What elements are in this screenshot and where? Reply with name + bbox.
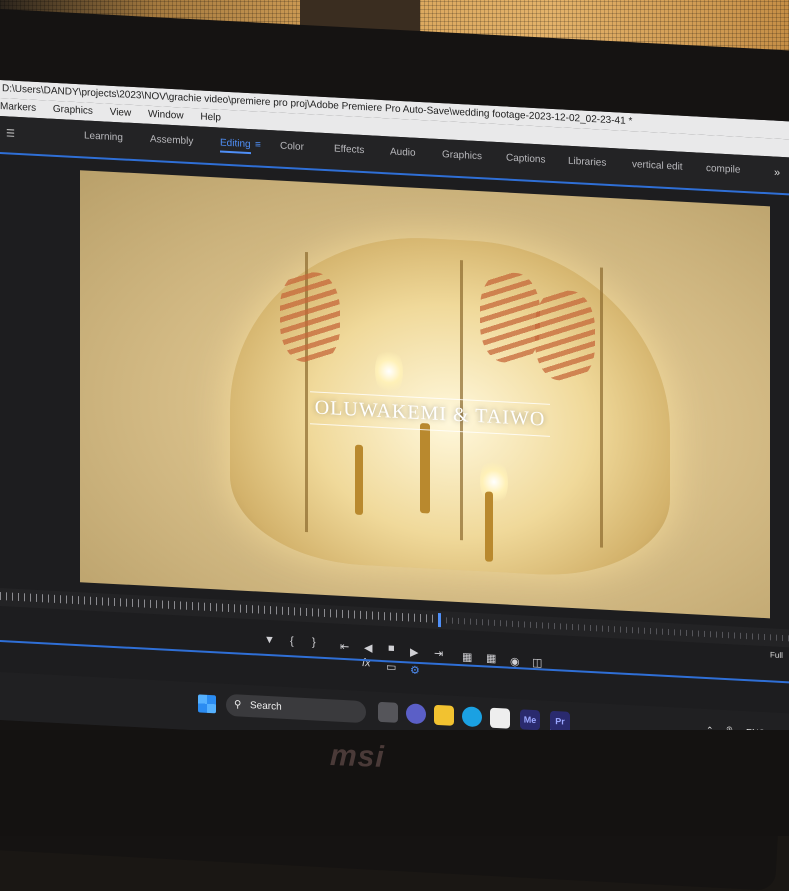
chevron-double-right-icon[interactable]: » [774,167,780,179]
flower-pattern [535,289,595,383]
flower-pattern [280,270,340,364]
msi-logo: msi [329,739,386,774]
task-view-icon[interactable] [378,701,398,723]
lamp-arm [355,444,363,516]
hamburger-icon[interactable]: ☰ [6,128,15,139]
workspace-compile[interactable]: compile [706,163,740,176]
menu-window[interactable]: Window [148,109,184,122]
menu-graphics[interactable]: Graphics [53,104,93,117]
lamp-bulb [375,345,403,398]
windows-start-icon[interactable] [198,694,216,714]
insert-icon[interactable]: ▦ [462,650,472,664]
flower-pattern [480,271,540,365]
monitor-screen: D:\Users\DANDY\projects\2023\NOV\grachie… [0,80,789,762]
menu-help[interactable]: Help [200,111,221,123]
menu-view[interactable]: View [110,107,132,119]
file-explorer-icon[interactable] [434,704,454,726]
workspace-learning[interactable]: Learning [84,130,123,143]
lamp-rib [600,267,603,548]
go-to-in-icon[interactable]: ⇤ [340,640,349,653]
stop-icon[interactable]: ■ [388,642,395,654]
edge-icon[interactable] [462,706,482,728]
playhead[interactable] [438,612,441,628]
media-encoder-icon[interactable]: Me [520,709,540,731]
overwrite-icon[interactable]: ▦ [486,651,496,665]
workspace-audio[interactable]: Audio [390,146,416,158]
lamp-arm [485,491,493,562]
store-icon[interactable] [490,707,510,729]
workspace-effects[interactable]: Effects [334,144,364,157]
workspace-libraries[interactable]: Libraries [568,156,606,169]
workspace-menu-icon[interactable]: ≡ [255,139,261,150]
workspace-assembly[interactable]: Assembly [150,134,193,147]
workspace-vertical-edit[interactable]: vertical edit [632,159,683,173]
add-marker-icon[interactable]: ▼ [264,634,275,647]
monitor-chin [0,730,789,836]
go-to-out-icon[interactable]: ⇥ [434,647,443,660]
program-monitor-video[interactable]: OLUWAKEMI & TAIWO [80,170,770,619]
workspace-editing[interactable]: Editing [220,137,251,155]
settings-icon[interactable]: ⚙ [410,663,420,677]
step-back-icon[interactable]: ◀ [364,641,372,654]
search-icon: ⚲ [234,699,242,711]
taskbar-search[interactable]: ⚲ Search [226,693,366,724]
mark-out-icon[interactable]: } [312,636,316,648]
menu-markers[interactable]: Markers [0,101,36,114]
mark-in-icon[interactable]: { [290,635,294,647]
lamp-arm [420,423,430,514]
step-forward-icon[interactable]: ▶ [410,645,418,658]
ruler-ticks [440,617,789,642]
chat-icon[interactable] [406,703,426,725]
search-placeholder: Search [250,700,282,713]
workspace-captions[interactable]: Captions [506,153,545,166]
workspace-color[interactable]: Color [280,141,304,153]
workspace-graphics[interactable]: Graphics [442,149,482,162]
